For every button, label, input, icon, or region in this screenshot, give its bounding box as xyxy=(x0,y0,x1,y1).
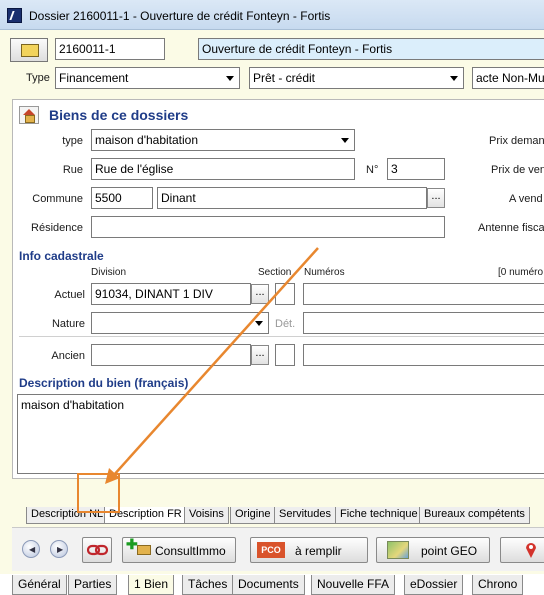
subtab-origine[interactable]: Origine xyxy=(230,507,276,524)
bien-type-select[interactable]: maison d'habitation xyxy=(91,129,355,151)
app-icon xyxy=(7,8,22,23)
prix-demande-label: Prix demand xyxy=(489,135,544,147)
map-icon xyxy=(387,541,409,559)
bien-type-label: type xyxy=(62,135,83,147)
acte-select[interactable]: acte Non-Mu xyxy=(472,67,544,89)
divider xyxy=(19,336,544,337)
subtab-servitudes[interactable]: Servitudes xyxy=(274,507,336,524)
prix-vente-label: Prix de ven xyxy=(491,164,544,176)
previous-icon[interactable]: ◀ xyxy=(22,540,40,558)
section-label: Section xyxy=(258,267,292,278)
point-geo-label: point GEO xyxy=(421,544,478,558)
consult-immo-label: ConsultImmo xyxy=(155,544,226,558)
subtype-select[interactable]: Prêt - crédit xyxy=(249,67,464,89)
tab-parties[interactable]: Parties xyxy=(68,575,118,595)
description-textarea[interactable]: maison d'habitation xyxy=(17,394,544,474)
division-label: Division xyxy=(91,267,127,278)
detail-label: Dét. xyxy=(275,318,296,330)
numeros-label: Numéros xyxy=(304,267,345,278)
folder-icon xyxy=(21,44,39,57)
chevron-down-icon xyxy=(223,71,237,85)
chevron-down-icon xyxy=(338,133,352,147)
tab-nouvelle-ffa[interactable]: Nouvelle FFA xyxy=(311,575,396,595)
numeros-count-label: [0 numéro xyxy=(498,267,544,278)
rue-label: Rue xyxy=(62,164,83,176)
tab-bien[interactable]: 1 Bien xyxy=(128,575,175,595)
commune-label: Commune xyxy=(32,193,83,205)
subtype-select-value: Prêt - crédit xyxy=(253,71,316,85)
residence-label: Résidence xyxy=(31,222,83,234)
rue-field[interactable]: Rue de l'église xyxy=(91,158,355,180)
next-icon[interactable]: ▶ xyxy=(50,540,68,558)
plus-icon: ✚ xyxy=(126,536,138,552)
type-select-value: Financement xyxy=(59,71,129,85)
ancien-numeros-field[interactable] xyxy=(303,344,544,366)
tab-edossier[interactable]: eDossier xyxy=(404,575,464,595)
dossier-number-field[interactable]: 2160011-1 xyxy=(55,38,165,60)
pco-button[interactable]: PCO à remplir xyxy=(250,537,368,563)
cadastre-title: Info cadastrale xyxy=(19,249,104,263)
map-pin-button[interactable] xyxy=(500,537,544,563)
tab-taches[interactable]: Tâches xyxy=(182,575,234,595)
numero-label: N° xyxy=(366,164,379,176)
commune-field[interactable]: Dinant xyxy=(157,187,427,209)
window-title: Dossier 2160011-1 - Ouverture de crédit … xyxy=(29,9,331,23)
ancien-lookup-button[interactable]: ... xyxy=(251,345,269,365)
actuel-label: Actuel xyxy=(54,289,85,301)
map-pin-icon xyxy=(526,543,536,558)
actuel-numeros-field[interactable] xyxy=(303,283,544,305)
house-icon xyxy=(137,545,151,555)
nature-label: Nature xyxy=(51,318,85,330)
ancien-division-field[interactable] xyxy=(91,344,251,366)
antenne-fiscale-label: Antenne fisca xyxy=(478,222,544,234)
subtab-bureaux[interactable]: Bureaux compétents xyxy=(419,507,530,524)
dossier-name-field[interactable]: Ouverture de crédit Fonteyn - Fortis xyxy=(198,38,544,60)
postal-code-field[interactable]: 5500 xyxy=(91,187,153,209)
chevron-down-icon xyxy=(447,71,461,85)
ancien-section-field[interactable] xyxy=(275,344,295,366)
bien-panel: Biens de ce dossiers type maison d'habit… xyxy=(12,99,544,479)
chevron-down-icon xyxy=(252,316,266,330)
subtab-fiche-technique[interactable]: Fiche technique xyxy=(335,507,423,524)
type-label: Type xyxy=(26,72,50,84)
link-icon xyxy=(87,544,109,556)
tab-chrono[interactable]: Chrono xyxy=(472,575,524,595)
detail-field[interactable] xyxy=(303,312,544,334)
division-lookup-button[interactable]: ... xyxy=(251,284,269,304)
residence-field[interactable] xyxy=(91,216,445,238)
open-folder-button[interactable] xyxy=(10,38,48,62)
highlight-box xyxy=(77,473,120,513)
actuel-section-field[interactable] xyxy=(275,283,295,305)
section-title: Biens de ce dossiers xyxy=(49,107,189,123)
actuel-division-field[interactable]: 91034, DINANT 1 DIV xyxy=(91,283,251,305)
description-title: Description du bien (français) xyxy=(19,376,189,390)
consult-immo-button[interactable]: ✚ ConsultImmo xyxy=(122,536,236,563)
tab-general[interactable]: Général xyxy=(12,575,67,595)
house-icon xyxy=(19,106,39,124)
pco-badge: PCO xyxy=(257,542,285,558)
type-select[interactable]: Financement xyxy=(55,67,240,89)
bottom-toolbar: ◀ ▶ ✚ ConsultImmo PCO à remplir point GE… xyxy=(12,527,544,571)
nature-select[interactable] xyxy=(91,312,269,334)
point-geo-button[interactable]: point GEO xyxy=(376,537,490,563)
bien-type-value: maison d'habitation xyxy=(95,133,199,147)
subtab-voisins[interactable]: Voisins xyxy=(184,507,229,524)
dossier-header: 2160011-1 Ouverture de crédit Fonteyn - … xyxy=(0,30,544,94)
numero-field[interactable]: 3 xyxy=(387,158,445,180)
title-bar: Dossier 2160011-1 - Ouverture de crédit … xyxy=(0,0,544,30)
a-vendre-label: A vend xyxy=(509,193,543,205)
link-button[interactable] xyxy=(82,537,112,563)
tab-documents[interactable]: Documents xyxy=(232,575,305,595)
commune-lookup-button[interactable]: ... xyxy=(427,188,445,208)
pco-label: à remplir xyxy=(295,544,342,558)
ancien-label: Ancien xyxy=(51,350,85,362)
